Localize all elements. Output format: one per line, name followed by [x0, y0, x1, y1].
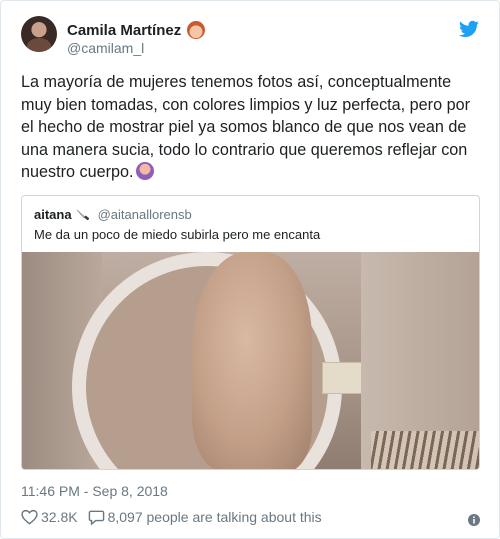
conversation-count[interactable]: 8,097 people are talking about this: [108, 509, 322, 525]
quoted-tweet[interactable]: aitana @aitanallorensb Me da un poco de …: [21, 195, 480, 470]
author-avatar[interactable]: [21, 16, 57, 52]
tweet-text-block: La mayoría de mujeres tenemos fotos así,…: [21, 71, 483, 184]
author-name-row: Camila Martínez: [67, 21, 206, 39]
like-count[interactable]: 32.8K: [41, 509, 78, 525]
quoted-tweet-header: aitana @aitanallorensb: [34, 207, 192, 222]
quoted-tweet-photo[interactable]: [22, 252, 479, 469]
knife-emoji-icon: [76, 209, 89, 220]
author-display-name[interactable]: Camila Martínez: [67, 22, 181, 39]
quoted-author-name: aitana: [34, 207, 72, 222]
heart-icon[interactable]: [21, 509, 38, 525]
info-icon[interactable]: [468, 514, 480, 526]
woman-emoji-icon: [187, 21, 206, 39]
photo-wall-card: [322, 362, 362, 394]
tweet-footer: 32.8K 8,097 people are talking about thi…: [21, 509, 322, 525]
quoted-tweet-text: Me da un poco de miedo subirla pero me e…: [34, 227, 321, 242]
tweet-timestamp[interactable]: 11:46 PM - Sep 8, 2018: [21, 483, 168, 499]
photo-striped-fabric: [371, 431, 479, 469]
twitter-bird-icon[interactable]: [459, 20, 479, 38]
speech-bubble-icon[interactable]: [88, 509, 105, 525]
tweet-card: Camila Martínez @camilam_l La mayoría de…: [0, 0, 500, 539]
author-handle[interactable]: @camilam_l: [67, 40, 144, 56]
facepalm-emoji-icon: [136, 162, 155, 180]
photo-torso-reflection: [192, 252, 312, 469]
quoted-author-handle: @aitanallorensb: [97, 207, 192, 222]
tweet-text: La mayoría de mujeres tenemos fotos así,…: [21, 73, 470, 181]
